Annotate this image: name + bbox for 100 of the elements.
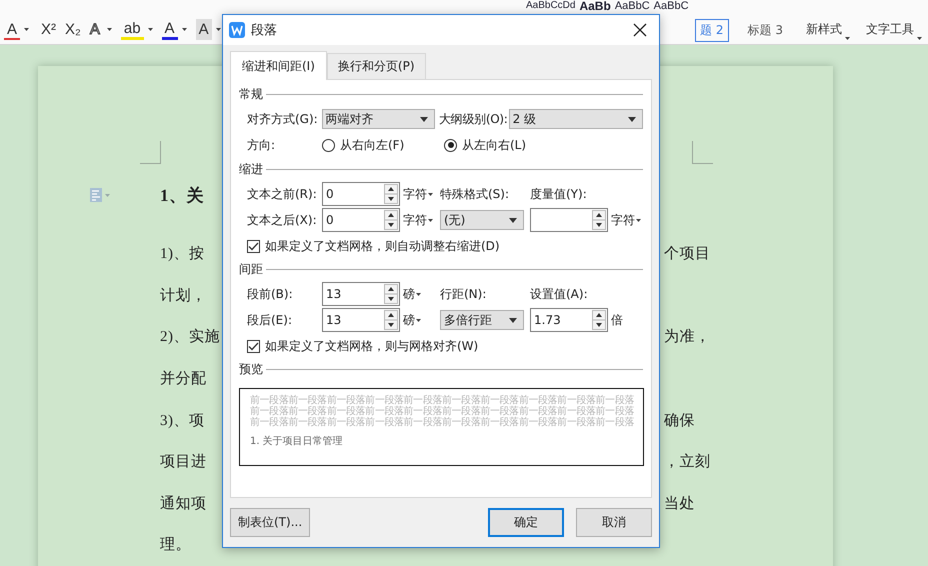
dropdown[interactable]: 多倍行距 <box>440 310 524 330</box>
document-text: ，立刻 <box>664 452 710 472</box>
section-title: 预览 <box>239 361 263 378</box>
preview-text: 前一段落前一段落前一段落前一段落前一段落前一段落前一段落前一段落前一段落前一段落 <box>250 406 635 417</box>
dialog-button[interactable]: 取消 <box>576 508 652 537</box>
caret-icon <box>216 28 221 30</box>
unit-label[interactable]: 磅 <box>403 286 415 302</box>
caret-icon <box>148 28 153 30</box>
dropdown[interactable]: 两端对齐 <box>322 109 436 129</box>
spin-field[interactable]: 1.73 <box>530 308 608 332</box>
caret-icon <box>428 218 433 222</box>
caret-icon <box>636 218 641 222</box>
field-label: 文本之后(X): <box>247 212 318 228</box>
dropdown[interactable]: 2 级 <box>508 109 643 129</box>
unit-label[interactable]: 磅 <box>403 312 415 328</box>
radio-label: 从右向左(F) <box>340 136 404 154</box>
text-tools-button[interactable]: 文字工具 <box>858 19 914 40</box>
field-label: 度量值(Y): <box>530 186 588 202</box>
caret-icon <box>420 116 428 122</box>
format-button[interactable]: X² <box>38 18 60 40</box>
spin-arrows-icon <box>384 184 398 204</box>
tab[interactable]: 换行和分页(P) <box>326 53 426 79</box>
document-text: 确保 <box>664 412 695 430</box>
unit-label[interactable]: 字符 <box>611 212 635 228</box>
document-text: 计划， <box>160 286 206 305</box>
caret-icon <box>182 28 187 30</box>
radio-button[interactable] <box>444 138 457 152</box>
spin-arrows-icon <box>592 310 606 330</box>
tab[interactable]: 缩进和间距(I) <box>230 51 327 80</box>
format-button[interactable]: A <box>162 18 178 40</box>
caret-icon <box>416 318 421 322</box>
caret-icon <box>24 28 30 30</box>
style-label[interactable]: 标题 3 <box>742 19 788 42</box>
dialog-title: 段落 <box>251 22 278 39</box>
style-sample[interactable]: AaBbC <box>614 0 650 12</box>
spin-field[interactable]: 13 <box>322 308 400 332</box>
spin-arrows-icon <box>592 210 606 230</box>
section-title: 间距 <box>239 261 263 278</box>
format-button[interactable]: A <box>86 18 103 40</box>
spin-arrows-icon <box>384 284 398 304</box>
spin-arrows-icon <box>384 310 398 330</box>
paragraph-icon <box>90 188 110 202</box>
spin-field[interactable] <box>530 208 608 232</box>
preview-text: 1. 关于项目日常管理 <box>250 436 344 447</box>
close-icon <box>633 23 647 37</box>
radio-label: 从左向右(L) <box>462 136 526 154</box>
section-title: 缩进 <box>239 161 263 178</box>
spin-field[interactable]: 0 <box>322 208 400 232</box>
unit-label: 倍 <box>611 312 623 328</box>
caret-icon <box>628 116 636 122</box>
caret-icon <box>106 28 112 30</box>
document-text: 当处 <box>664 494 695 513</box>
style-sample[interactable]: AaBb <box>579 0 611 12</box>
checkmark-icon <box>248 342 259 351</box>
caret-icon <box>917 37 922 40</box>
preview-text: 前一段落前一段落前一段落前一段落前一段落前一段落前一段落前一段落前一段落前一段落 <box>250 395 635 406</box>
format-button[interactable]: A <box>4 18 20 40</box>
spin-field[interactable]: 0 <box>322 182 400 206</box>
unit-label[interactable]: 字符 <box>403 186 427 202</box>
format-button[interactable]: A <box>196 18 212 40</box>
document-text: 通知项 <box>160 494 206 513</box>
field-label: 行距(N): <box>440 286 488 302</box>
checkbox[interactable] <box>247 340 260 353</box>
crop-mark <box>140 141 161 164</box>
field-label: 设置值(A): <box>530 286 589 302</box>
style-sample[interactable]: AaBbC <box>654 0 689 12</box>
field-label: 大纲级别(O): <box>439 110 508 128</box>
style-label[interactable]: 题 2 <box>695 19 729 42</box>
caret-icon <box>509 318 517 322</box>
document-text: 理。 <box>160 536 191 554</box>
field-label: 方向: <box>247 136 276 154</box>
field-label: 段前(B): <box>247 286 294 302</box>
checkbox-label: 如果定义了文档网格，则自动调整右缩进(D) <box>265 238 500 255</box>
new-style-button[interactable]: 新样式 <box>798 19 842 40</box>
document-text: 1、关 <box>160 184 204 206</box>
dropdown[interactable]: (无) <box>440 210 524 230</box>
document-text: 2)、实施 <box>160 328 220 346</box>
caret-icon <box>509 218 517 222</box>
radio-button[interactable] <box>322 138 335 152</box>
caret-icon <box>428 192 433 196</box>
document-text: 项目进 <box>160 452 206 472</box>
caret-icon <box>416 292 421 296</box>
spin-arrows-icon <box>384 210 398 230</box>
checkmark-icon <box>248 242 259 251</box>
checkbox-label: 如果定义了文档网格，则与网格对齐(W) <box>265 338 478 355</box>
unit-label[interactable]: 字符 <box>403 212 427 228</box>
preview-text: 前一段落前一段落前一段落前一段落前一段落前一段落前一段落前一段落前一段落前一段落 <box>250 417 635 428</box>
checkbox[interactable] <box>247 240 260 253</box>
spin-field[interactable]: 13 <box>322 282 400 306</box>
crop-mark <box>692 141 713 164</box>
dialog-button[interactable]: 制表位(T)... <box>230 508 310 537</box>
format-button[interactable]: X₂ <box>62 18 84 40</box>
document-text: 并分配 <box>160 370 206 388</box>
section-title: 常规 <box>239 86 263 103</box>
style-sample[interactable]: AaBbCcDd <box>526 0 576 12</box>
format-button[interactable]: ab <box>120 18 144 40</box>
document-text: 1)、按 <box>160 244 204 264</box>
dialog-button[interactable]: 确定 <box>488 508 564 537</box>
document-text: 3)、项 <box>160 412 204 430</box>
field-label: 对齐方式(G): <box>247 110 319 128</box>
